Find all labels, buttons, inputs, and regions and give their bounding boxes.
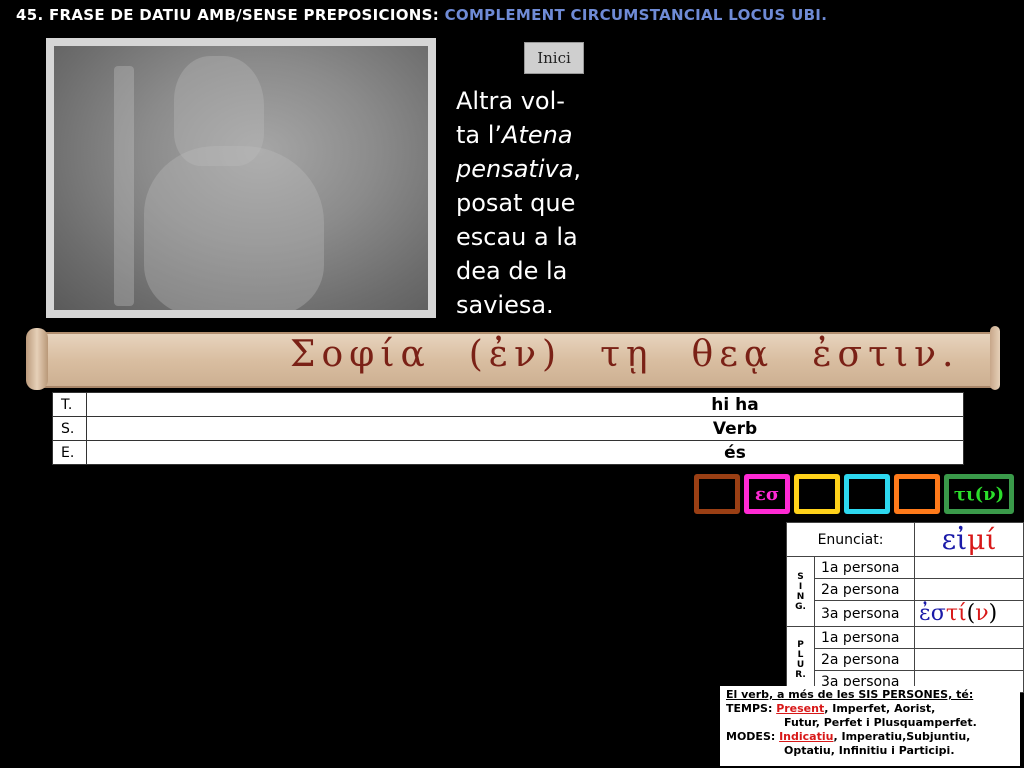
table-row: E. és	[52, 440, 964, 465]
table-row: P L U R. 1a persona	[786, 626, 1024, 693]
caption-line: pensativa,	[456, 152, 626, 186]
verb-notes: El verb, a més de les SIS PERSONES, té: …	[720, 686, 1020, 766]
notes-text: , Imperatiu,Subjuntiu,	[833, 730, 971, 743]
notes-modes-2: Optatiu, Infinitiu i Participi.	[784, 744, 955, 757]
table-row: 2a persona	[787, 648, 1024, 671]
title-prefix: 45. FRASE DE DATIU AMB/SENSE PREPOSICION…	[16, 6, 445, 24]
page-title: 45. FRASE DE DATIU AMB/SENSE PREPOSICION…	[16, 6, 827, 24]
person-label: 1a persona	[814, 556, 915, 579]
morph-box-yellow[interactable]	[794, 474, 840, 514]
morph-box-magenta[interactable]: εσ	[744, 474, 790, 514]
person-label: 2a persona	[814, 648, 915, 671]
row-label: E.	[52, 440, 87, 465]
analysis-table: T. hi ha S. Verb E. és	[52, 392, 964, 465]
morph-box-orange[interactable]	[894, 474, 940, 514]
table-row: 2a persona	[787, 578, 1024, 601]
caption-line: escau a la	[456, 223, 578, 251]
greek-word[interactable]: τῃ	[600, 334, 653, 375]
athena-photo	[46, 38, 436, 318]
notes-temps-2: Futur, Perfet i Plusquamperfet.	[784, 716, 977, 729]
form-ending: τί	[945, 601, 967, 626]
morphology-boxes: εσ τι(ν)	[694, 474, 1014, 514]
table-row: T. hi ha	[52, 392, 964, 417]
form-cell-3sg[interactable]: ἐστί(ν)	[914, 600, 1024, 627]
form-paren: )	[988, 601, 998, 626]
notes-highlight: Present	[776, 702, 825, 715]
caption-part: ta l’	[456, 121, 503, 149]
person-label: 3a persona	[814, 600, 915, 627]
greek-word[interactable]: ἐστιν.	[812, 334, 959, 375]
enunciat-stem: εἰ	[941, 523, 968, 556]
caption-line: saviesa.	[456, 291, 554, 319]
greek-scroll: Σοφία (ἐν) τῃ θεᾳ ἐστιν.	[22, 326, 1000, 392]
notes-heading: El verb, a més de les SIS PERSONES, té:	[726, 688, 1014, 702]
inici-button[interactable]: Inici	[524, 42, 584, 74]
notes-text: , Imperfet, Aorist,	[824, 702, 936, 715]
table-row: S. Verb	[52, 416, 964, 441]
caption-text: Altra vol- ta l’Atena pensativa, posat q…	[456, 84, 626, 322]
notes-temps: TEMPS: Present, Imperfet, Aorist,	[726, 702, 1014, 716]
morph-box-brown[interactable]	[694, 474, 740, 514]
row-label: S.	[52, 416, 87, 441]
morph-box-green[interactable]: τι(ν)	[944, 474, 1014, 514]
notes-label: MODES:	[726, 730, 780, 743]
greek-word[interactable]: (ἐν)	[469, 334, 562, 375]
caption-line: ta l’Atena	[456, 118, 626, 152]
notes-heading-text: El verb, a més de les SIS PERSONES, té:	[726, 688, 974, 701]
form-cell[interactable]	[914, 578, 1024, 601]
person-label: 2a persona	[814, 578, 915, 601]
title-accent: COMPLEMENT CIRCUMSTANCIAL LOCUS UBI.	[444, 6, 828, 24]
row-value-syntax: Verb	[86, 416, 964, 441]
caption-line: posat que	[456, 189, 576, 217]
conjugation-table: Enunciat: εἰμί S I N G. 1a persona 2a perso…	[786, 522, 1024, 693]
greek-sentence: Σοφία (ἐν) τῃ θεᾳ ἐστιν.	[290, 334, 997, 375]
plural-label: P L U R.	[786, 626, 815, 693]
greek-word[interactable]: θεᾳ	[692, 334, 775, 375]
notes-highlight: Indicatiu	[779, 730, 834, 743]
row-label: T.	[52, 392, 87, 417]
form-cell[interactable]	[914, 648, 1024, 671]
table-row: 3a persona ἐστί(ν)	[787, 600, 1024, 627]
athena-relief-image	[54, 46, 428, 310]
table-row: S I N G. 1a persona	[786, 556, 1024, 627]
morph-box-cyan[interactable]	[844, 474, 890, 514]
form-cell[interactable]	[914, 556, 1024, 579]
caption-line: dea de la	[456, 257, 568, 285]
form-stem: ἐσ	[919, 601, 946, 626]
form-paren: (	[966, 601, 976, 626]
person-label: 1a persona	[814, 626, 915, 649]
table-row: Enunciat: εἰμί	[786, 522, 1024, 557]
row-value-translation: hi ha	[86, 392, 964, 417]
enunciat-value: εἰμί	[914, 522, 1024, 557]
form-cell[interactable]	[914, 626, 1024, 649]
caption-italic: Atena	[502, 121, 573, 149]
form-nu: ν	[975, 601, 989, 626]
singular-label: S I N G.	[786, 556, 815, 627]
enunciat-label: Enunciat:	[786, 522, 915, 557]
caption-part: ,	[573, 155, 582, 183]
greek-word[interactable]: Σοφία	[290, 334, 431, 375]
enunciat-ending: μί	[967, 523, 997, 556]
caption-line: Altra vol-	[456, 87, 565, 115]
caption-italic: pensativa	[456, 155, 574, 183]
notes-label: TEMPS:	[726, 702, 777, 715]
notes-modes: MODES: Indicatiu, Imperatiu,Subjuntiu,	[726, 730, 1014, 744]
row-value-equivalent: és	[86, 440, 964, 465]
scroll-curl-left	[26, 328, 48, 390]
